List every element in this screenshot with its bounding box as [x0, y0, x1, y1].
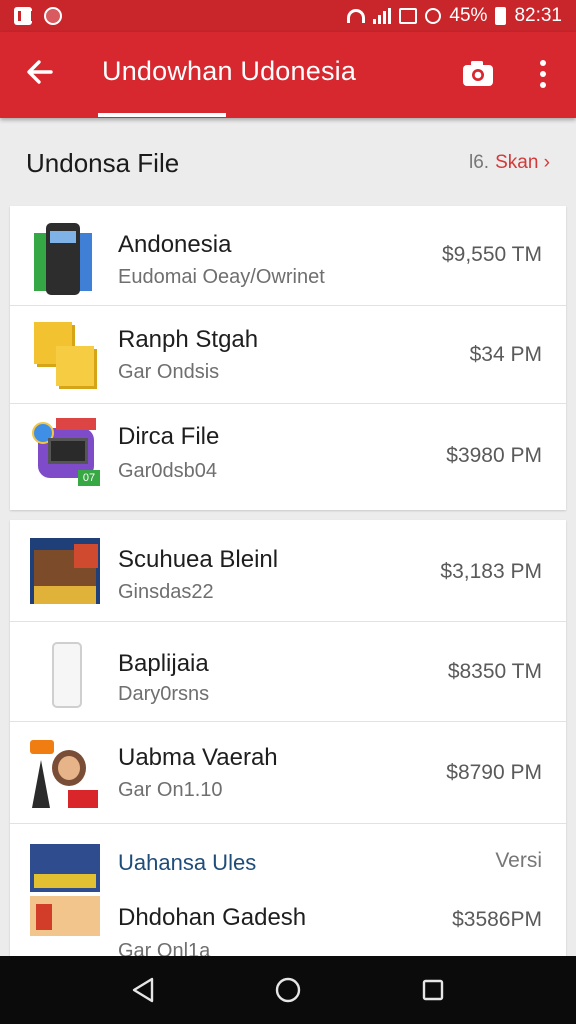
item-title: Dhdohan Gadesh	[118, 904, 307, 931]
list-item[interactable]: Ranph Stgah Gar Ondsis $34 PM	[10, 306, 566, 404]
battery-icon	[495, 7, 507, 25]
item-subtitle: Eudomai Oeay/Owrinet	[118, 266, 325, 288]
arrow-left-icon	[27, 60, 53, 84]
nav-recents-button[interactable]	[413, 970, 453, 1010]
nav-back-button[interactable]	[123, 970, 163, 1010]
item-title: Dirca File	[118, 423, 220, 450]
section-title: Undonsa File	[26, 148, 180, 178]
section-action[interactable]: l6. Skan ›	[469, 152, 550, 174]
file-list-card: Andonesia Eudomai Oeay/Owrinet $9,550 TM…	[10, 206, 566, 510]
signal-icon	[373, 8, 392, 24]
nav-home-button[interactable]	[268, 970, 308, 1010]
cube-thumbnail	[30, 320, 100, 394]
camera-button[interactable]	[458, 54, 498, 94]
item-price: $8350 TM	[447, 660, 542, 683]
thumbnail-tag: 07	[78, 470, 100, 486]
section-count: l6.	[469, 152, 490, 173]
app-bar: Undowhan Udonesia	[0, 32, 576, 118]
list-item[interactable]: Uahansa Ules Versi Dhdohan Gadesh Gar On…	[10, 824, 566, 956]
file-list-card: Scuhuea Bleinl Ginsdas22 $3,183 PM Bapli…	[10, 520, 566, 956]
app-title: Undowhan Udonesia	[102, 56, 357, 86]
square-recents-icon	[423, 979, 444, 1001]
item-title: Andonesia	[118, 231, 232, 258]
circle-home-icon	[275, 977, 301, 1003]
clock: 82:31	[514, 5, 562, 26]
list-item[interactable]: Uabma Vaerah Gar On1.10 $8790 PM	[10, 722, 566, 824]
notification-browser-icon	[44, 7, 62, 25]
character-thumbnail	[30, 738, 100, 812]
item-subtitle: Dary0rsns	[118, 683, 210, 705]
calendar-icon	[399, 8, 418, 24]
status-indicators: 45% 82:31	[347, 5, 562, 27]
item-title: Scuhuea Bleinl	[118, 546, 279, 573]
poster-thumbnail	[30, 538, 100, 604]
group-header-right: Versi	[495, 849, 542, 872]
item-price: $3980 PM	[446, 444, 542, 467]
notification-app-icon	[14, 7, 34, 25]
item-price: $3586PM	[452, 908, 542, 931]
item-subtitle: Gar Ondsis	[118, 361, 220, 383]
item-title: Baplijaia	[118, 650, 209, 677]
list-item[interactable]: Baplijaia Dary0rsns $8350 TM	[10, 622, 566, 722]
scan-link[interactable]: Skan ›	[495, 152, 550, 174]
item-price: $8790 PM	[446, 761, 542, 784]
list-item[interactable]: 07 Dirca File Gar0dsb04 $3980 PM	[10, 404, 566, 510]
item-price: $9,550 TM	[441, 243, 542, 266]
back-button[interactable]	[20, 52, 60, 92]
triangle-back-icon	[132, 977, 153, 1003]
item-price: $34 PM	[469, 343, 542, 366]
title-tab-indicator	[98, 113, 226, 117]
item-subtitle: Gar Onl1a	[118, 940, 211, 956]
item-subtitle: Gar On1.10	[118, 779, 223, 801]
section-header: Undonsa File l6. Skan ›	[0, 118, 576, 206]
item-subtitle: Ginsdas22	[118, 581, 214, 603]
item-title: Ranph Stgah	[118, 326, 259, 353]
list-item[interactable]: Andonesia Eudomai Oeay/Owrinet $9,550 TM	[10, 206, 566, 306]
banner-thumbnail	[30, 844, 100, 956]
alarm-icon	[425, 8, 442, 24]
wifi-icon	[347, 9, 366, 23]
status-bar: 45% 82:31	[0, 0, 576, 32]
item-price: $3,183 PM	[440, 560, 542, 583]
device-thumbnail	[30, 638, 100, 712]
item-subtitle: Gar0dsb04	[118, 460, 217, 482]
tv-badge-thumbnail: 07	[30, 418, 100, 492]
system-nav-bar	[0, 956, 576, 1024]
group-header: Uahansa Ules	[118, 850, 257, 875]
list-item[interactable]: Scuhuea Bleinl Ginsdas22 $3,183 PM	[10, 520, 566, 622]
item-title: Uabma Vaerah	[118, 744, 278, 771]
more-vert-icon[interactable]	[526, 52, 560, 96]
camera-icon	[463, 61, 493, 86]
battery-percent: 45%	[449, 5, 488, 26]
status-notifications	[14, 7, 62, 25]
phone-thumbnail	[30, 219, 100, 295]
